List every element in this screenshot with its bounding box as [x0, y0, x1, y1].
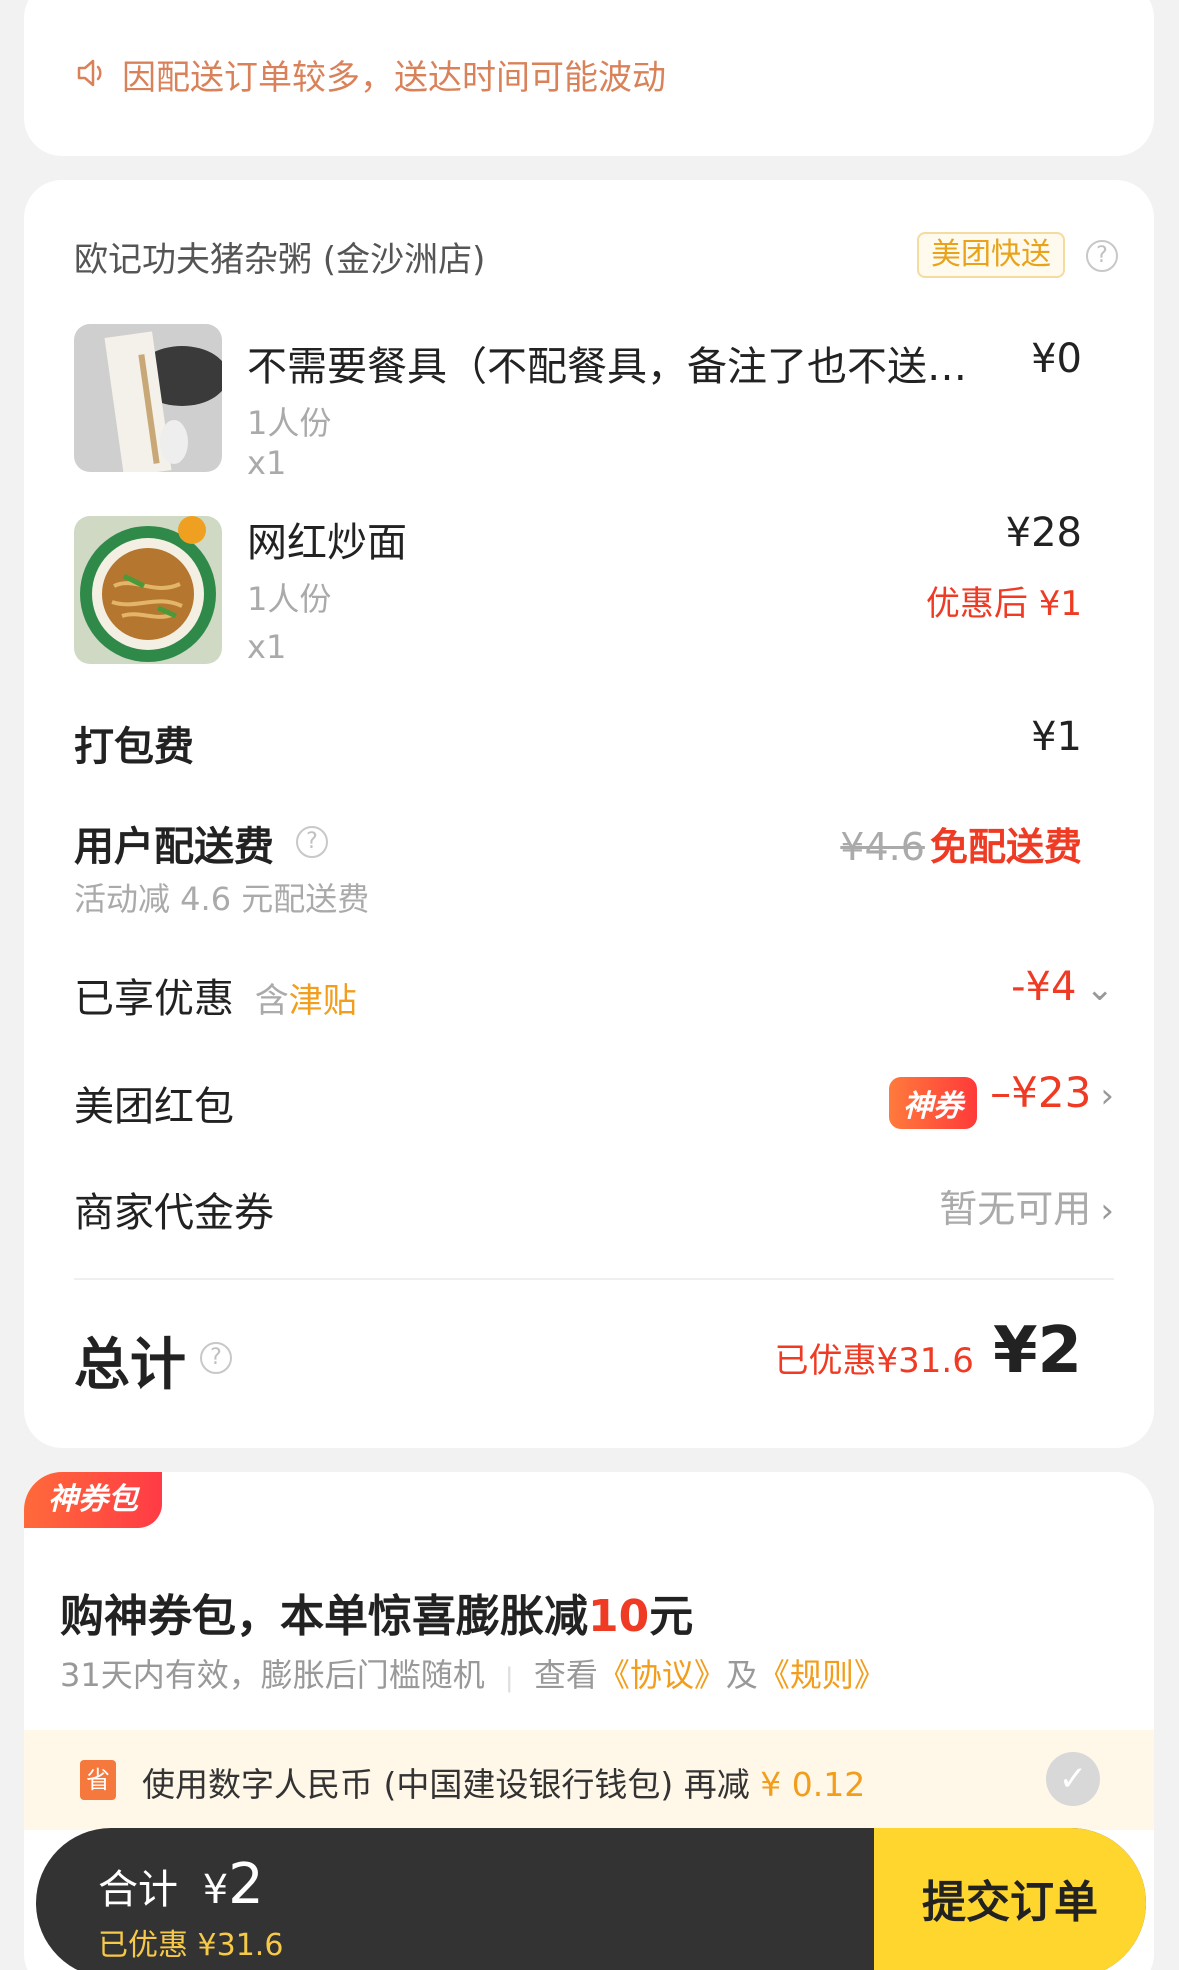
digital-rmb-label: 使用数字人民币 (中国建设银行钱包) 再减 — [142, 1765, 750, 1804]
bar-total: 合计 ¥2 — [98, 1852, 264, 1917]
discount-tag: 津贴 — [288, 981, 357, 1021]
item-qty: x1 — [247, 628, 287, 666]
notice-text: 因配送订单较多，送达时间可能波动 — [122, 58, 666, 98]
item-price: ¥0 — [1031, 336, 1082, 382]
view-text: 查看 — [533, 1656, 598, 1694]
shop-name[interactable]: 欧记功夫猪杂粥 (金沙洲店) — [74, 232, 485, 281]
merchant-coupon-value-group[interactable]: 暂无可用 › — [939, 1178, 1114, 1233]
coupon-pack-title: 购神券包，本单惊喜膨胀减10元 — [60, 1580, 693, 1644]
delivery-tag: 美团快送 — [917, 232, 1065, 278]
submit-order-button[interactable]: 提交订单 — [874, 1828, 1146, 1970]
merchant-coupon-value: 暂无可用 — [939, 1187, 1092, 1231]
red-packet-value: –¥23 — [990, 1068, 1092, 1117]
item-qty: x1 — [247, 444, 287, 482]
order-card: 欧记功夫猪杂粥 (金沙洲店) 美团快送 ? 不需要餐具（不配餐具，备注了也不送…… — [24, 180, 1154, 1448]
item-name: 不需要餐具（不配餐具，备注了也不送… — [247, 344, 967, 390]
bar-total-value: 2 — [228, 1852, 264, 1917]
packing-fee-value: ¥1 — [1031, 714, 1082, 760]
help-icon[interactable]: ? — [200, 1342, 232, 1374]
save-icon: 省 — [80, 1760, 116, 1800]
item-image-noodles — [74, 516, 222, 664]
digital-rmb-text: 使用数字人民币 (中国建设银行钱包) 再减 ¥ 0.12 — [142, 1758, 865, 1806]
total-label: 总计 — [74, 1333, 186, 1398]
item-image-cutlery — [74, 324, 222, 472]
delivery-fee-label-text: 用户配送费 — [74, 824, 274, 870]
and-text: 及 — [725, 1656, 758, 1694]
merchant-coupon-label[interactable]: 商家代金券 — [74, 1180, 274, 1238]
packing-fee-label: 打包费 — [74, 724, 194, 770]
delivery-fee-sub: 活动减 4.6 元配送费 — [74, 880, 370, 918]
help-icon[interactable]: ? — [1086, 240, 1118, 272]
chevron-down-icon: ⌄ — [1085, 969, 1115, 1009]
digital-rmb-row[interactable]: 省 使用数字人民币 (中国建设银行钱包) 再减 ¥ 0.12 ✓ — [24, 1730, 1154, 1830]
discount-label: 已享优惠 — [74, 976, 234, 1022]
discount-value-group[interactable]: -¥4 ⌄ — [1011, 964, 1114, 1010]
discount-row[interactable]: 已享优惠 含津贴 — [74, 966, 357, 1024]
bottom-checkout-bar: 合计 ¥2 已优惠 ¥31.6 提交订单 — [36, 1828, 1146, 1970]
item-portion: 1人份 — [247, 404, 332, 442]
divider — [74, 1278, 1114, 1280]
coupon-pack-validity: 31天内有效，膨胀后门槛随机 — [60, 1656, 485, 1694]
chevron-right-icon: › — [1100, 1076, 1114, 1116]
check-icon[interactable]: ✓ — [1046, 1752, 1100, 1806]
coupon-pack-title-suffix: 元 — [649, 1591, 694, 1642]
item-price: ¥28 — [1005, 510, 1082, 556]
coupon-pack-sub: 31天内有效，膨胀后门槛随机 | 查看《协议》及《规则》 — [60, 1650, 886, 1696]
bar-saved: 已优惠 ¥31.6 — [98, 1928, 284, 1963]
bar-total-label: 合计 — [98, 1867, 178, 1913]
rules-link[interactable]: 《规则》 — [758, 1656, 886, 1694]
red-packet-value-group[interactable]: 神券 –¥23 › — [889, 1068, 1114, 1129]
total-value-group: 已优惠¥31.6 ¥2 — [775, 1314, 1083, 1388]
notice-card: 因配送订单较多，送达时间可能波动 — [24, 0, 1154, 156]
item-name: 网红炒面 — [247, 520, 407, 566]
delivery-fee-value-group: ¥4.6 免配送费 — [840, 816, 1082, 871]
red-packet-label[interactable]: 美团红包 — [74, 1074, 234, 1132]
speaker-icon — [74, 56, 108, 94]
total-saved: 已优惠¥31.6 — [774, 1341, 974, 1381]
delivery-fee-value: 免配送费 — [929, 825, 1082, 869]
total-value: ¥2 — [992, 1314, 1082, 1388]
agreement-link[interactable]: 《协议》 — [598, 1656, 726, 1694]
discount-tag-prefix: 含 — [254, 981, 289, 1021]
delivery-fee-original: ¥4.6 — [840, 825, 925, 869]
coupon-badge: 神券 — [889, 1076, 978, 1129]
bar-currency: ¥ — [202, 1867, 229, 1913]
delivery-fee-label: 用户配送费 — [74, 814, 274, 872]
coupon-pack-title-prefix: 购神券包，本单惊喜膨胀减 — [60, 1591, 588, 1642]
help-icon[interactable]: ? — [296, 826, 328, 858]
notice-row: 因配送订单较多，送达时间可能波动 — [74, 50, 666, 99]
chevron-right-icon: › — [1100, 1191, 1114, 1231]
digital-rmb-amount: ¥ 0.12 — [760, 1765, 866, 1804]
item-discount-price: 优惠后 ¥1 — [925, 584, 1082, 624]
separator: | — [504, 1663, 514, 1693]
discount-value: -¥4 — [1011, 964, 1077, 1010]
coupon-pack-badge: 神券包 — [24, 1472, 162, 1528]
coupon-pack-amount: 10 — [588, 1591, 650, 1642]
item-portion: 1人份 — [247, 580, 332, 618]
